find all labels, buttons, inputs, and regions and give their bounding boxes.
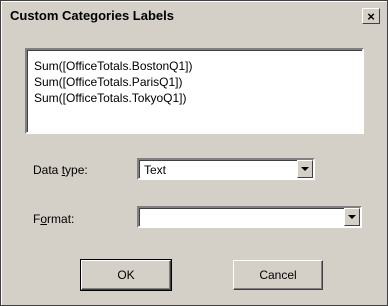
- data-type-dropdown-button[interactable]: [297, 160, 313, 178]
- data-type-select[interactable]: Text: [137, 158, 315, 180]
- title-bar: Custom Categories Labels ×: [4, 4, 384, 26]
- data-type-label: Data type:: [33, 163, 88, 177]
- list-item[interactable]: Sum([OfficeTotals.ParisQ1]): [34, 74, 193, 90]
- custom-categories-dialog: Custom Categories Labels × Sum([OfficeTo…: [0, 0, 388, 306]
- expressions-listbox[interactable]: Sum([OfficeTotals.BostonQ1]) Sum([Office…: [25, 48, 364, 134]
- dialog-title: Custom Categories Labels: [10, 8, 174, 23]
- close-button[interactable]: ×: [362, 8, 380, 24]
- format-dropdown-button[interactable]: [344, 208, 360, 226]
- chevron-down-icon: [348, 215, 356, 219]
- data-type-value: Text: [144, 163, 167, 177]
- ok-button[interactable]: OK: [80, 259, 172, 291]
- list-item[interactable]: Sum([OfficeTotals.TokyoQ1]): [34, 90, 193, 106]
- format-combobox[interactable]: [137, 206, 362, 228]
- format-label: Format:: [33, 212, 75, 226]
- cancel-button[interactable]: Cancel: [233, 260, 323, 290]
- close-icon: ×: [367, 8, 375, 24]
- chevron-down-icon: [301, 167, 309, 171]
- list-item[interactable]: Sum([OfficeTotals.BostonQ1]): [34, 58, 193, 74]
